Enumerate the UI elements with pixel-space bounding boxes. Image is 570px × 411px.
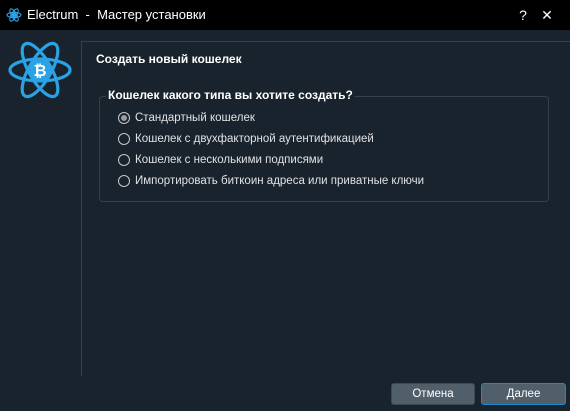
next-button[interactable]: Далее <box>481 383 566 405</box>
option-multisig-wallet[interactable]: Кошелек с несколькими подписями <box>118 152 323 168</box>
option-standard-wallet[interactable]: Стандартный кошелек <box>118 110 255 126</box>
electrum-app-icon <box>6 8 22 22</box>
option-label: Импортировать биткоин адреса или приватн… <box>135 175 425 187</box>
option-label: Кошелек с двухфакторной аутентификацией <box>135 133 374 145</box>
page-title: Создать новый кошелек <box>96 52 242 66</box>
radio-button[interactable] <box>118 133 130 145</box>
svg-text:₿: ₿ <box>33 61 46 80</box>
cancel-button[interactable]: Отмена <box>391 383 475 405</box>
window-title: Electrum - Мастер установки <box>27 7 206 22</box>
radio-button-checked[interactable] <box>118 112 130 124</box>
option-label: Стандартный кошелек <box>135 112 255 124</box>
close-button[interactable]: ✕ <box>524 0 570 30</box>
installer-window: Electrum - Мастер установки ? ✕ ₿ Создат… <box>0 0 570 411</box>
group-title: Кошелек какого типа вы хотите создать? <box>106 88 355 102</box>
electrum-logo-icon: ₿ <box>8 41 72 99</box>
option-import-keys[interactable]: Импортировать биткоин адреса или приватн… <box>118 173 424 189</box>
radio-button[interactable] <box>118 175 130 187</box>
option-2fa-wallet[interactable]: Кошелек с двухфакторной аутентификацией <box>118 131 374 147</box>
title-bar: Electrum - Мастер установки ? ✕ <box>0 0 570 30</box>
radio-button[interactable] <box>118 154 130 166</box>
wallet-type-group: Кошелек какого типа вы хотите создать? С… <box>99 88 549 202</box>
wizard-panel: Создать новый кошелек Кошелек какого тип… <box>81 41 570 376</box>
option-label: Кошелек с несколькими подписями <box>135 154 324 166</box>
